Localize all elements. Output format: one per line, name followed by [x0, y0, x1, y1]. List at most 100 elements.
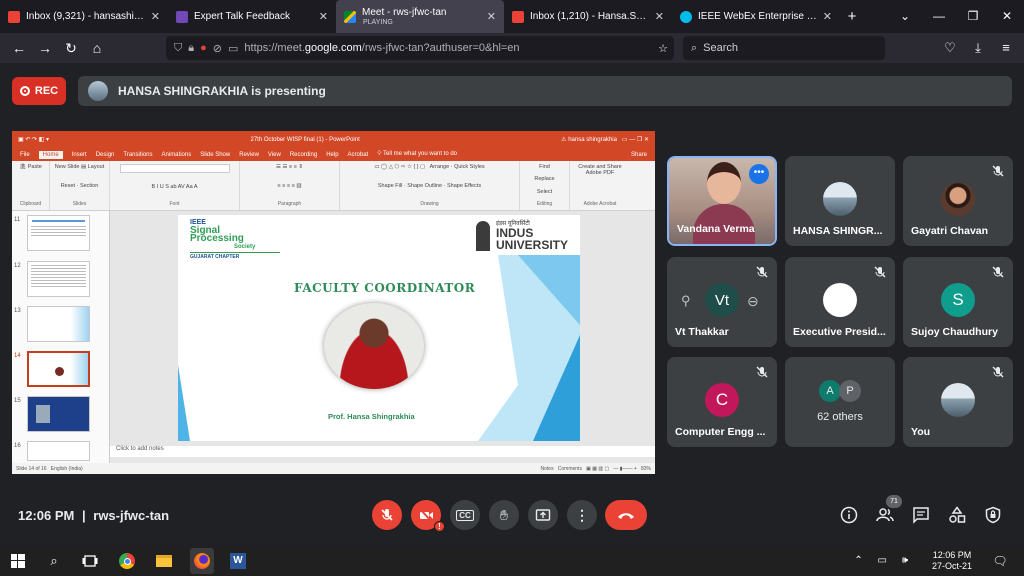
address-bar[interactable]: ⛉ 🔒︎ ● ⊘ ▭ https://meet.google.com/rws-j…: [166, 36, 674, 60]
download-icon[interactable]: ⤓: [966, 36, 990, 60]
comments-toggle[interactable]: Comments: [558, 466, 582, 472]
tab-gmail-1[interactable]: Inbox (9,321) - hansashingrakhia ✕: [0, 0, 168, 33]
tab-meet[interactable]: Meet - rws-jfwc-tan PLAYING ✕: [336, 0, 504, 33]
camera-toggle-button[interactable]: !: [411, 500, 445, 532]
restore-icon[interactable]: ❐: [956, 0, 990, 33]
zoom-level[interactable]: 83%: [641, 466, 651, 472]
home-icon[interactable]: ⌂: [84, 40, 110, 56]
slide-thumbnail-selected[interactable]: [27, 351, 90, 387]
menu-transitions[interactable]: Transitions: [123, 152, 152, 158]
more-options-icon[interactable]: •••: [749, 164, 769, 184]
search-input[interactable]: ⌕ Search: [683, 36, 885, 60]
notes-toggle[interactable]: Notes: [541, 466, 554, 472]
reset-button[interactable]: Reset · Section: [61, 183, 99, 189]
share-button[interactable]: Share: [631, 152, 647, 158]
notes-pane[interactable]: Click to add notes: [110, 446, 655, 457]
font-format-buttons[interactable]: B I U S ab AV Aa A: [151, 184, 197, 190]
close-icon[interactable]: ✕: [655, 10, 664, 23]
back-icon[interactable]: ←: [6, 40, 32, 56]
slide-thumbnail[interactable]: [27, 396, 90, 432]
more-options-button[interactable]: ⋮: [567, 500, 597, 530]
participant-tile[interactable]: C Computer Engg ...: [667, 357, 777, 447]
url-text[interactable]: https://meet.google.com/rws-jfwc-tan?aut…: [244, 42, 519, 54]
self-tile[interactable]: You: [903, 357, 1013, 447]
system-tray-icons[interactable]: ⌃ ▭ 🕪︎: [854, 555, 914, 566]
tab-expert-talk[interactable]: Expert Talk Feedback ✕: [168, 0, 336, 33]
firefox-icon[interactable]: [190, 548, 214, 574]
others-tile[interactable]: A P 62 others: [785, 357, 895, 447]
menu-insert[interactable]: Insert: [72, 152, 87, 158]
close-icon[interactable]: ✕: [319, 10, 328, 23]
menu-animations[interactable]: Animations: [162, 152, 192, 158]
chat-button[interactable]: [911, 505, 931, 525]
pocket-icon[interactable]: ♡: [938, 36, 962, 60]
chevron-down-icon[interactable]: ⌄: [888, 0, 922, 33]
slide-thumbnail[interactable]: [27, 306, 90, 342]
raise-hand-button[interactable]: ✋︎: [489, 500, 519, 530]
menu-file[interactable]: File: [20, 152, 30, 158]
microphone-icon[interactable]: ●: [200, 42, 207, 54]
menu-slideshow[interactable]: Slide Show: [200, 152, 230, 158]
close-icon[interactable]: ✕: [823, 10, 832, 23]
menu-recording[interactable]: Recording: [290, 152, 317, 158]
activities-button[interactable]: [947, 505, 967, 525]
end-call-button[interactable]: [605, 500, 647, 530]
captions-button[interactable]: CC: [450, 500, 480, 530]
menu-acrobat[interactable]: Acrobat: [348, 152, 369, 158]
font-name-box[interactable]: [119, 164, 230, 173]
menu-design[interactable]: Design: [96, 152, 115, 158]
participant-tile[interactable]: S Sujoy Chaudhury: [903, 257, 1013, 347]
search-icon[interactable]: ⌕: [44, 551, 64, 571]
meeting-details-button[interactable]: [839, 505, 859, 525]
menu-help[interactable]: Help: [326, 152, 338, 158]
slide-thumbnail[interactable]: [27, 441, 90, 461]
lock-icon[interactable]: 🔒︎: [188, 42, 194, 55]
replace-button[interactable]: Replace: [534, 176, 554, 182]
shapes-gallery[interactable]: ▭ ◯ △ ⬠ ⇨ ☆ { } ▢ Arrange · Quick Styles: [374, 164, 484, 170]
slide-thumbnail[interactable]: [27, 261, 90, 297]
select-button[interactable]: Select: [537, 189, 552, 195]
tell-me-box[interactable]: 💡︎ Tell me what you want to do: [377, 151, 457, 158]
close-icon[interactable]: ✕: [487, 10, 496, 23]
word-icon[interactable]: W: [228, 551, 248, 571]
current-slide[interactable]: IEEE Signal Processing Society GUJARAT C…: [178, 215, 580, 441]
minimize-icon[interactable]: —: [922, 0, 956, 33]
paragraph-buttons[interactable]: ☰ ☰ ≡ ≡ ⇕: [276, 164, 303, 170]
participant-tile[interactable]: ••• Vandana Verma: [667, 156, 777, 246]
participant-tile[interactable]: Gayatri Chavan: [903, 156, 1013, 246]
present-button[interactable]: [528, 500, 558, 530]
chrome-icon[interactable]: [117, 551, 137, 571]
remove-icon[interactable]: ⊖: [747, 293, 759, 310]
windows-start-icon[interactable]: [8, 551, 28, 571]
task-view-icon[interactable]: [80, 551, 100, 571]
tab-webex[interactable]: IEEE WebEx Enterprise Site - Hon ✕: [672, 0, 840, 33]
host-controls-button[interactable]: [983, 505, 1003, 525]
paste-button[interactable]: 📋︎ Paste: [19, 164, 42, 170]
microphone-toggle-button[interactable]: [372, 500, 402, 530]
taskbar-clock[interactable]: 12:06 PM 27-Oct-21: [932, 550, 972, 572]
new-tab-button[interactable]: +: [840, 8, 864, 25]
menu-review[interactable]: Review: [239, 152, 259, 158]
close-window-icon[interactable]: ✕: [990, 0, 1024, 33]
close-icon[interactable]: ✕: [151, 10, 160, 23]
participant-tile[interactable]: HANSA SHINGR...: [785, 156, 895, 246]
tab-gmail-2[interactable]: Inbox (1,210) - Hansa.Shingrakhia ✕: [504, 0, 672, 33]
bookmark-star-icon[interactable]: ☆: [658, 42, 668, 55]
shield-icon[interactable]: ⛉: [174, 42, 182, 55]
menu-icon[interactable]: ≡: [994, 36, 1018, 60]
slide-thumbnail[interactable]: [27, 215, 90, 251]
find-button[interactable]: Find: [539, 164, 550, 170]
align-buttons[interactable]: ≡ ≡ ≡ ≡ ▥: [277, 183, 301, 189]
participant-tile[interactable]: Executive Presid...: [785, 257, 895, 347]
participant-tile[interactable]: ⚲ Vt ⊖ Vt Thakkar: [667, 257, 777, 347]
create-pdf-button[interactable]: Create and Share Adobe PDF: [574, 164, 626, 176]
reload-icon[interactable]: ↻: [58, 40, 84, 57]
file-explorer-icon[interactable]: [154, 551, 174, 571]
menu-home[interactable]: Home: [38, 150, 63, 159]
permissions-icon[interactable]: ▭: [228, 42, 238, 55]
shape-format-items[interactable]: Shape Fill · Shape Outline · Shape Effec…: [378, 183, 481, 189]
notifications-icon[interactable]: 🗨︎: [990, 551, 1010, 571]
new-slide-button[interactable]: New Slide ▤ Layout: [55, 164, 105, 170]
forward-icon[interactable]: →: [32, 40, 58, 56]
pin-icon[interactable]: ⚲: [681, 293, 691, 309]
